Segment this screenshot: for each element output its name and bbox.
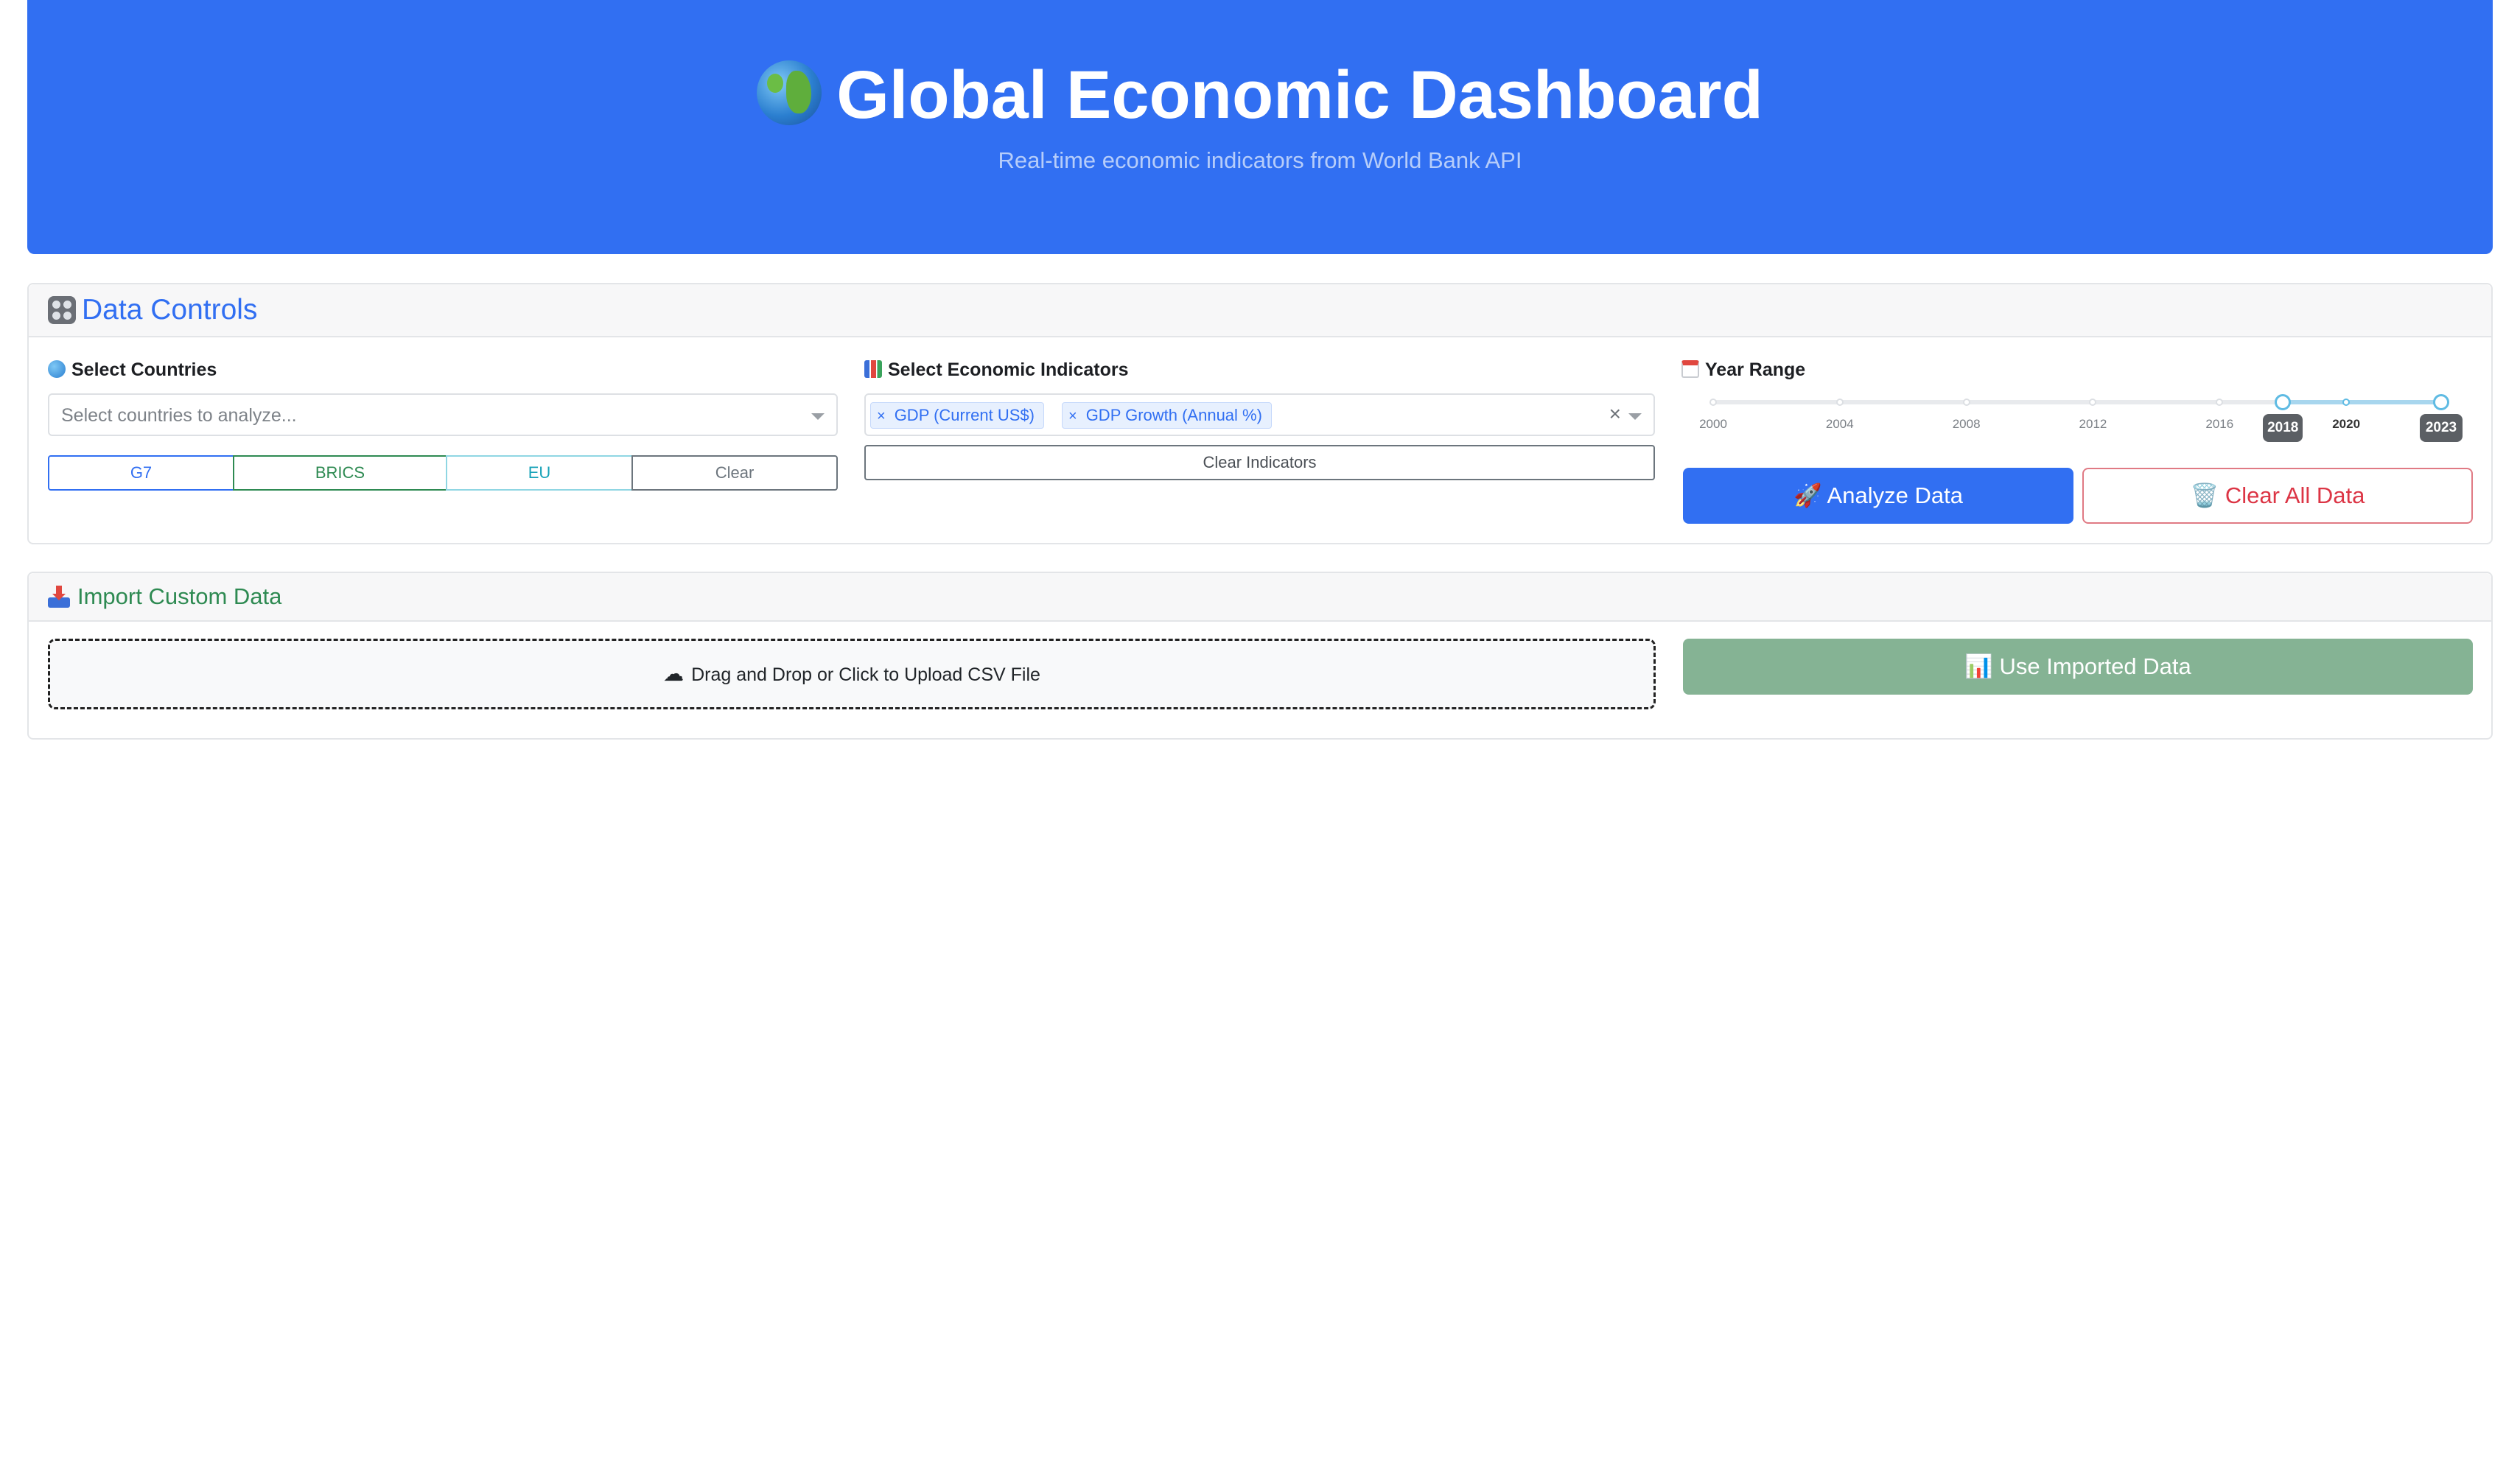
slider-mark	[1835, 399, 1844, 406]
slider-start-value: 2018	[2263, 414, 2303, 442]
countries-select[interactable]: Select countries to analyze...	[48, 393, 838, 436]
slider-end-handle[interactable]	[2433, 394, 2449, 410]
clear-selection-icon[interactable]: ×	[1609, 402, 1621, 426]
eu-button[interactable]: EU	[446, 455, 633, 491]
upload-label: Drag and Drop or Click to Upload CSV Fil…	[691, 664, 1040, 685]
slider-tick-label: 2004	[1825, 417, 1854, 431]
clear-countries-button[interactable]: Clear	[631, 455, 838, 491]
globe-icon	[757, 60, 822, 125]
calendar-icon	[1681, 360, 1699, 378]
clear-all-data-button[interactable]: 🗑️ Clear All Data	[2082, 468, 2473, 524]
data-controls-title: Data Controls	[82, 294, 258, 326]
remove-tag-icon[interactable]: ×	[1068, 408, 1077, 424]
indicators-label: Select Economic Indicators	[864, 359, 1129, 381]
dashboard-header: Global Economic Dashboard Real-time econ…	[27, 0, 2493, 254]
import-data-title: Import Custom Data	[77, 583, 282, 609]
clear-indicators-button[interactable]: Clear Indicators	[864, 445, 1655, 480]
slider-end-value: 2023	[2420, 414, 2463, 442]
page-subtitle: Real-time economic indicators from World…	[998, 147, 1522, 173]
page-title: Global Economic Dashboard	[27, 53, 2493, 138]
slider-mark	[1709, 399, 1717, 406]
analyze-data-button[interactable]: 🚀 Analyze Data	[1683, 468, 2073, 524]
slider-tick-label: 2008	[1952, 417, 1981, 431]
inbox-tray-icon	[48, 586, 70, 608]
use-imported-data-button[interactable]: 📊 Use Imported Data	[1683, 639, 2473, 695]
g7-button[interactable]: G7	[48, 455, 234, 491]
chevron-down-icon[interactable]	[1628, 413, 1642, 420]
indicator-tag: × GDP (Current US$)	[870, 402, 1045, 429]
countries-placeholder: Select countries to analyze...	[61, 405, 297, 426]
year-range-label: Year Range	[1681, 359, 1805, 381]
slider-selected-range	[2283, 400, 2441, 404]
countries-label: Select Countries	[48, 359, 217, 381]
slider-tick-label: 2000	[1699, 417, 1727, 431]
control-knobs-icon	[48, 296, 76, 324]
slider-mark	[1962, 399, 1970, 406]
bar-chart-icon	[864, 360, 882, 378]
slider-tick-label: 2020	[2332, 417, 2361, 431]
cloud-upload-icon: ☁	[663, 662, 685, 685]
globe-icon	[48, 360, 66, 378]
remove-tag-icon[interactable]: ×	[877, 408, 886, 424]
indicator-tag: × GDP Growth (Annual %)	[1062, 402, 1273, 429]
brics-button[interactable]: BRICS	[233, 455, 447, 491]
slider-tick-label: 2012	[2079, 417, 2107, 431]
data-controls-header: Data Controls	[29, 284, 2491, 337]
slider-tick-label: 2016	[2205, 417, 2234, 431]
chevron-down-icon[interactable]	[811, 413, 825, 420]
csv-upload-dropzone[interactable]: ☁ Drag and Drop or Click to Upload CSV Fi…	[48, 639, 1656, 709]
import-data-header: Import Custom Data	[29, 573, 2491, 622]
